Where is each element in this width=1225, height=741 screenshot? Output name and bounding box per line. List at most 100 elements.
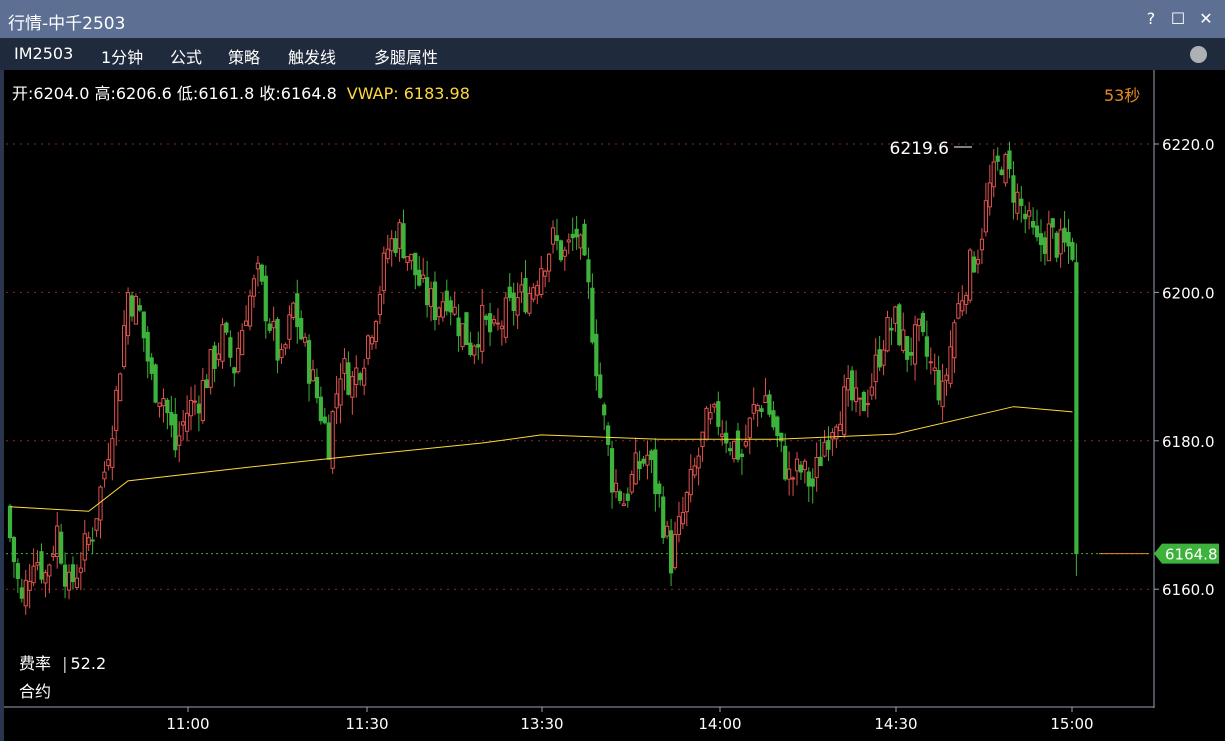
candle-body [365,335,371,359]
candle-body [909,352,914,356]
candle-body [897,304,902,346]
candle-body [621,503,626,507]
candle-body [606,425,611,445]
close-button[interactable]: ✕ [1195,7,1217,31]
candle-body [114,389,119,431]
candle-body [428,288,434,308]
candle-body [964,294,969,305]
candle-body [932,367,937,372]
chart-area[interactable]: 6220.0 6200.0 6180.0 6160.0 11:00 11:30 13:30 1… [0,70,1225,741]
symbol-button[interactable]: IM2503 [14,44,73,63]
candle-body [322,416,327,424]
candle-body [865,403,870,406]
candle-body [924,336,929,357]
candle-body [594,333,599,377]
candle-body [641,458,646,464]
candle-body [798,464,804,473]
candlestick-chart: 6220.0 6200.0 6180.0 6160.0 11:00 11:30 13:30 1… [4,70,1219,733]
candle-body [790,477,796,480]
help-button[interactable]: ? [1140,7,1162,31]
candle-body [558,240,563,261]
candle-body [877,349,882,368]
candle-body [499,325,504,330]
candle-body [409,253,414,262]
candle-body [436,307,442,318]
candle-body [842,386,847,435]
ohlc-values: 开:6204.0 高:6206.6 低:6161.8 收:6164.8 [12,84,337,103]
candle-body [212,345,217,369]
candle-body [460,323,465,348]
candle-body [960,300,965,312]
candle-body [783,445,788,480]
candle-body [708,412,713,420]
candle-body [1062,227,1067,243]
candle-body [122,325,127,368]
candle-body [487,313,493,333]
candle-body [814,456,819,478]
maximize-button[interactable]: ☐ [1167,7,1189,31]
candle-body [562,249,567,257]
trigger-line-button[interactable]: 触发线 [288,44,336,68]
candle-body [731,440,737,460]
candle-body [220,324,225,362]
candle-body [267,323,272,331]
candle-body [354,367,359,386]
candle-body [216,353,221,360]
candle-body [19,587,24,599]
candle-body [857,397,863,400]
candle-body [838,423,843,432]
candle-body [177,435,182,446]
candle-body [566,239,571,243]
candle-body [936,370,941,401]
candle-body [543,270,548,277]
x-tick-label: 15:00 [1050,715,1093,733]
formula-button[interactable]: 公式 [170,44,202,68]
candle-body [318,396,323,422]
candle-body [153,364,158,403]
multi-leg-button[interactable]: 多腿属性 [374,44,438,68]
candle-body [480,304,485,352]
candle-body [861,391,866,412]
candle-body [491,319,497,324]
candle-body [779,432,784,442]
period-button[interactable]: 1分钟 [101,44,143,68]
candle-body [385,248,390,260]
candle-body [657,483,662,495]
candle-body [975,259,981,265]
candle-body [767,394,772,415]
candle-body [944,374,949,381]
candle-body [346,362,351,395]
candle-body [59,531,64,564]
candle-body [507,286,512,299]
candle-body [444,290,449,312]
candle-body [35,562,40,566]
candle-body [456,317,461,337]
rate-value: 52.2 [70,654,107,673]
candle-body [515,297,520,316]
candle-body [39,551,44,580]
status-indicator-icon [1190,46,1207,63]
candle-body [137,305,142,311]
candle-body [373,321,379,342]
candle-body [991,161,996,188]
candle-body [676,516,682,535]
candle-body [476,344,481,348]
candle-body [232,367,237,374]
y-tick-label: 6200.0 [1162,284,1215,302]
candle-body [303,336,308,343]
candle-body [86,537,91,545]
candle-body [334,393,339,409]
candle-body [602,404,607,416]
candle-body [554,235,560,241]
title-bar: 行情-中千2503 ? ☐ ✕ [0,0,1225,38]
candle-body [928,361,933,364]
candle-body [106,459,111,467]
candle-body [751,403,756,414]
candle-body [546,253,552,272]
candle-body [401,223,406,259]
candle-body [295,293,300,328]
strategy-button[interactable]: 策略 [228,44,260,68]
candle-body [527,293,532,314]
candle-body [464,312,469,346]
candle-body [983,200,988,233]
